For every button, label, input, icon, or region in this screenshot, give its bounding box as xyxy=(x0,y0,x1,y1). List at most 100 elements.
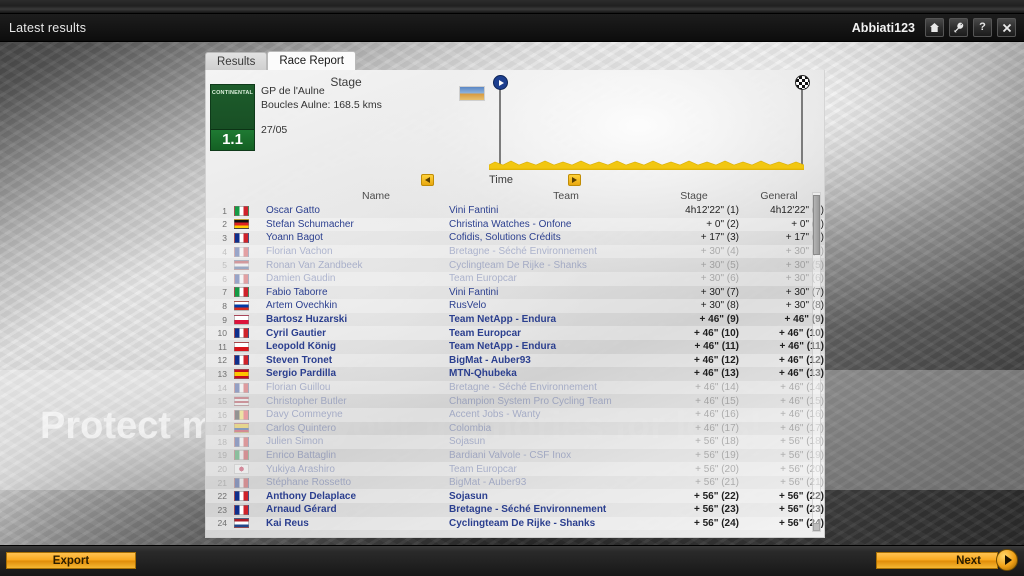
panel-content: Stage CONTINENTAL 1.1 GP de l'Aulne Bouc… xyxy=(206,70,824,537)
table-row[interactable]: 2 Stefan Schumacher Christina Watches - On… xyxy=(206,217,824,232)
table-row[interactable]: 24 Kai Reus Cyclingteam De Rijke - Shanks +… xyxy=(206,516,824,531)
next-arrow-icon[interactable] xyxy=(996,549,1018,571)
table-row[interactable]: 19 Enrico Battaglin Bardiani Valvole - CSF… xyxy=(206,449,824,463)
row-rider-name[interactable]: Artem Ovechkin xyxy=(266,300,441,311)
row-flag-icon xyxy=(234,396,249,407)
row-rider-name[interactable]: Davy Commeyne xyxy=(266,409,441,420)
row-team-name[interactable]: Colombia xyxy=(449,423,639,434)
row-rider-name[interactable]: Enrico Battaglin xyxy=(266,450,441,461)
scrollbar-thumb[interactable] xyxy=(813,195,820,255)
row-rider-name[interactable]: Oscar Gatto xyxy=(266,205,441,216)
table-row[interactable]: 20 Yukiya Arashiro Team Europcar + 56" (20)… xyxy=(206,462,824,476)
row-team-name[interactable]: RusVelo xyxy=(449,300,639,311)
close-icon[interactable] xyxy=(997,18,1016,37)
next-button[interactable]: Next xyxy=(876,552,998,569)
table-row[interactable]: 12 Steven Tronet BigMat - Auber93 + 46" (12… xyxy=(206,353,824,368)
table-row[interactable]: 21 Stéphane Rossetto BigMat - Auber93 + 56"… xyxy=(206,476,824,490)
row-team-name[interactable]: Cyclingteam De Rijke - Shanks xyxy=(449,260,639,271)
checkered-flag-icon[interactable] xyxy=(795,75,810,90)
row-rider-name[interactable]: Arnaud Gérard xyxy=(266,504,441,515)
help-icon[interactable]: ? xyxy=(973,18,992,37)
table-row[interactable]: 4 Florian Vachon Bretagne - Séché Environn… xyxy=(206,244,824,259)
row-rider-name[interactable]: Bartosz Huzarski xyxy=(266,314,441,325)
table-row[interactable]: 7 Fabio Taborre Vini Fantini + 30" (7) + 30"… xyxy=(206,286,824,300)
table-row[interactable]: 8 Artem Ovechkin RusVelo + 30" (8) + 30" (8) xyxy=(206,299,824,313)
row-rider-name[interactable]: Leopold König xyxy=(266,341,441,352)
row-team-name[interactable]: Bardiani Valvole - CSF Inox xyxy=(449,450,639,461)
row-rank: 13 xyxy=(217,368,227,379)
row-general-time: + 46" (12) xyxy=(778,354,824,366)
table-row[interactable]: 5 Ronan Van Zandbeek Cyclingteam De Rijke … xyxy=(206,258,824,272)
table-row[interactable]: 1 Oscar Gatto Vini Fantini 4h12'22" (1) 4h12… xyxy=(206,204,824,218)
table-row[interactable]: 11 Leopold König Team NetApp - Endura + 46"… xyxy=(206,340,824,354)
start-play-icon[interactable] xyxy=(493,75,508,90)
table-row[interactable]: 17 Carlos Quintero Colombia + 46" (17) + 46"… xyxy=(206,422,824,436)
table-row[interactable]: 10 Cyril Gautier Team Europcar + 46" (10) + … xyxy=(206,326,824,340)
row-team-name[interactable]: Cyclingteam De Rijke - Shanks xyxy=(449,518,639,529)
row-rider-name[interactable]: Cyril Gautier xyxy=(266,328,441,339)
table-row[interactable]: 13 Sergio Pardilla MTN-Qhubeka + 46" (13) + … xyxy=(206,367,824,381)
tab-results[interactable]: Results xyxy=(205,52,268,70)
row-team-name[interactable]: Cofidis, Solutions Crédits xyxy=(449,232,639,243)
row-general-time: + 56" (23) xyxy=(778,504,824,516)
time-prev-button[interactable] xyxy=(421,174,434,186)
row-team-name[interactable]: Vini Fantini xyxy=(449,205,639,216)
table-row[interactable]: 16 Davy Commeyne Accent Jobs - Wanty + 46" … xyxy=(206,407,824,422)
row-team-name[interactable]: Team Europcar xyxy=(449,464,639,475)
row-team-name[interactable]: Bretagne - Séché Environnement xyxy=(449,504,639,515)
row-team-name[interactable]: Team NetApp - Endura xyxy=(449,341,639,352)
row-team-name[interactable]: BigMat - Auber93 xyxy=(449,355,639,366)
row-team-name[interactable]: Team Europcar xyxy=(449,273,639,284)
row-team-name[interactable]: Christina Watches - Onfone xyxy=(449,219,639,230)
home-icon[interactable] xyxy=(925,18,944,37)
row-flag-icon xyxy=(234,328,249,339)
table-row[interactable]: 14 Florian Guillou Bretagne - Séché Enviro… xyxy=(206,380,824,395)
row-rider-name[interactable]: Florian Vachon xyxy=(266,246,441,257)
table-row[interactable]: 3 Yoann Bagot Cofidis, Solutions Crédits + … xyxy=(206,231,824,245)
column-header-stage: Stage xyxy=(680,190,708,202)
wrench-icon[interactable] xyxy=(949,18,968,37)
row-general-time: + 46" (9) xyxy=(784,314,824,326)
row-team-name[interactable]: Sojasun xyxy=(449,491,639,502)
row-team-name[interactable]: BigMat - Auber93 xyxy=(449,477,639,488)
row-team-name[interactable]: Champion System Pro Cycling Team xyxy=(449,396,639,407)
row-rider-name[interactable]: Ronan Van Zandbeek xyxy=(266,260,441,271)
row-rider-name[interactable]: Steven Tronet xyxy=(266,355,441,366)
row-team-name[interactable]: Vini Fantini xyxy=(449,287,639,298)
table-row[interactable]: 23 Arnaud Gérard Bretagne - Séché Environn… xyxy=(206,503,824,517)
row-team-name[interactable]: Bretagne - Séché Environnement xyxy=(449,382,639,393)
export-button[interactable]: Export xyxy=(6,552,136,569)
row-rider-name[interactable]: Stefan Schumacher xyxy=(266,219,441,230)
tab-race-report[interactable]: Race Report xyxy=(267,51,356,70)
time-next-button[interactable] xyxy=(567,174,581,186)
row-rider-name[interactable]: Anthony Delaplace xyxy=(266,491,441,502)
scrollbar-end-cap[interactable] xyxy=(813,523,820,531)
row-general-time: + 46" (14) xyxy=(780,382,824,394)
table-row[interactable]: 9 Bartosz Huzarski Team NetApp - Endura + 4… xyxy=(206,313,824,327)
table-row[interactable]: 22 Anthony Delaplace Sojasun + 56" (22) + 56… xyxy=(206,489,824,504)
table-row[interactable]: 6 Damien Gaudin Team Europcar + 30" (6) + 30… xyxy=(206,271,824,286)
row-rider-name[interactable]: Julien Simon xyxy=(266,436,441,447)
table-row[interactable]: 18 Julien Simon Sojasun + 56" (18) + 56" (18… xyxy=(206,435,824,449)
row-team-name[interactable]: Accent Jobs - Wanty xyxy=(449,409,639,420)
results-scrollbar[interactable] xyxy=(812,192,821,532)
row-rider-name[interactable]: Yukiya Arashiro xyxy=(266,464,441,475)
row-team-name[interactable]: Team Europcar xyxy=(449,328,639,339)
row-rider-name[interactable]: Yoann Bagot xyxy=(266,232,441,243)
row-rider-name[interactable]: Sergio Pardilla xyxy=(266,368,441,379)
table-row[interactable]: 15 Christopher Butler Champion System Pro … xyxy=(206,394,824,408)
row-rider-name[interactable]: Florian Guillou xyxy=(266,382,441,393)
finish-pole xyxy=(801,84,803,165)
row-team-name[interactable]: Bretagne - Séché Environnement xyxy=(449,246,639,257)
row-rider-name[interactable]: Damien Gaudin xyxy=(266,273,441,284)
row-team-name[interactable]: MTN-Qhubeka xyxy=(449,368,639,379)
row-rider-name[interactable]: Carlos Quintero xyxy=(266,423,441,434)
row-rider-name[interactable]: Christopher Butler xyxy=(266,396,441,407)
row-team-name[interactable]: Team NetApp - Endura xyxy=(449,314,639,325)
row-rider-name[interactable]: Fabio Taborre xyxy=(266,287,441,298)
row-general-time: + 46" (10) xyxy=(778,327,824,339)
row-team-name[interactable]: Sojasun xyxy=(449,436,639,447)
row-rider-name[interactable]: Kai Reus xyxy=(266,518,441,529)
row-rider-name[interactable]: Stéphane Rossetto xyxy=(266,477,441,488)
row-general-time: + 46" (17) xyxy=(780,422,824,434)
